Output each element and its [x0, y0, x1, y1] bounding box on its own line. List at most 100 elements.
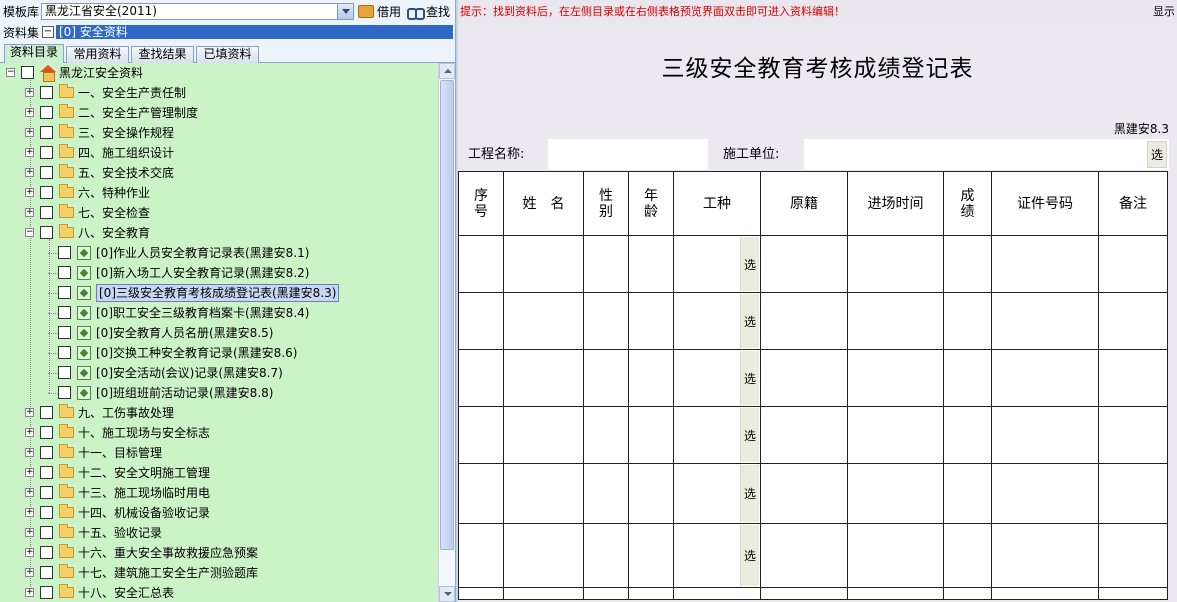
table-cell[interactable] — [1098, 406, 1168, 464]
expand-toggle-icon[interactable]: + — [25, 168, 34, 177]
table-cell[interactable]: 选 — [673, 523, 761, 588]
table-cell[interactable] — [458, 587, 504, 600]
table-cell[interactable] — [1098, 587, 1168, 600]
table-cell[interactable] — [503, 587, 584, 600]
table-cell[interactable] — [583, 463, 629, 524]
checkbox[interactable] — [58, 246, 71, 259]
tree-folder[interactable]: + 三、安全操作规程 — [0, 123, 438, 143]
expand-toggle-icon[interactable]: + — [25, 128, 34, 137]
tree-folder[interactable]: + 十三、施工现场临时用电 — [0, 483, 438, 503]
table-cell[interactable] — [943, 523, 992, 588]
expand-toggle-icon[interactable]: + — [25, 148, 34, 157]
tree-root[interactable]: − 黑龙江安全资料 — [0, 63, 438, 83]
checkbox[interactable] — [58, 266, 71, 279]
checkbox[interactable] — [40, 466, 53, 479]
template-select[interactable]: 黑龙江省安全(2011) — [41, 3, 354, 20]
table-cell[interactable] — [847, 406, 944, 464]
tree-document[interactable]: [0]安全活动(会议)记录(黑建安8.7) — [0, 363, 438, 383]
scroll-thumb[interactable] — [440, 80, 454, 550]
table-cell[interactable] — [847, 349, 944, 407]
table-cell[interactable] — [503, 235, 584, 293]
checkbox[interactable] — [58, 346, 71, 359]
table-cell[interactable] — [760, 523, 848, 588]
table-cell[interactable]: 选 — [673, 235, 761, 293]
tree-document[interactable]: [0]职工安全三级教育档案卡(黑建安8.4) — [0, 303, 438, 323]
trade-pick-button[interactable]: 选 — [740, 294, 759, 348]
expand-toggle-icon[interactable]: + — [25, 588, 34, 597]
tree-document[interactable]: [0]三级安全教育考核成绩登记表(黑建安8.3) — [0, 283, 438, 303]
trade-pick-button[interactable]: 选 — [740, 237, 759, 291]
expand-toggle-icon[interactable]: + — [25, 408, 34, 417]
scroll-up-icon[interactable] — [439, 63, 455, 79]
tree-document[interactable]: [0]交换工种安全教育记录(黑建安8.6) — [0, 343, 438, 363]
table-cell[interactable] — [943, 406, 992, 464]
collapse-toggle-icon[interactable]: − — [25, 228, 34, 237]
borrow-button[interactable]: 借用 — [358, 3, 401, 20]
collapse-toggle-icon[interactable]: − — [6, 68, 15, 77]
table-cell[interactable] — [847, 587, 944, 600]
expand-toggle-icon[interactable]: + — [25, 568, 34, 577]
table-cell[interactable] — [991, 523, 1099, 588]
table-cell[interactable] — [628, 349, 674, 407]
table-cell[interactable] — [628, 235, 674, 293]
checkbox[interactable] — [58, 366, 71, 379]
checkbox[interactable] — [40, 106, 53, 119]
table-cell[interactable] — [991, 349, 1099, 407]
table-cell[interactable] — [760, 587, 848, 600]
checkbox[interactable] — [40, 566, 53, 579]
table-cell[interactable] — [503, 463, 584, 524]
table-cell[interactable] — [991, 235, 1099, 293]
expand-toggle-icon[interactable]: + — [25, 528, 34, 537]
expand-toggle-icon[interactable]: + — [25, 428, 34, 437]
dataset-collapse-toggle[interactable]: − — [42, 26, 54, 38]
table-cell[interactable] — [991, 463, 1099, 524]
table-cell[interactable] — [503, 406, 584, 464]
table-cell[interactable] — [503, 292, 584, 350]
table-cell[interactable] — [760, 235, 848, 293]
table-cell[interactable] — [458, 235, 504, 293]
expand-toggle-icon[interactable]: + — [25, 488, 34, 497]
tree-folder[interactable]: + 七、安全检查 — [0, 203, 438, 223]
checkbox[interactable] — [58, 386, 71, 399]
tab-search-results[interactable]: 查找结果 — [131, 46, 194, 63]
tree-folder[interactable]: + 六、特种作业 — [0, 183, 438, 203]
unit-pick-button[interactable]: 选 — [1147, 141, 1167, 168]
tree-document[interactable]: [0]安全教育人员名册(黑建安8.5) — [0, 323, 438, 343]
tree-folder[interactable]: + 十六、重大安全事故救援应急预案 — [0, 543, 438, 563]
tree-folder[interactable]: + 十二、安全文明施工管理 — [0, 463, 438, 483]
scroll-down-icon[interactable] — [439, 586, 455, 602]
table-cell[interactable] — [583, 587, 629, 600]
table-cell[interactable] — [847, 523, 944, 588]
table-cell[interactable]: 选 — [673, 463, 761, 524]
checkbox[interactable] — [40, 526, 53, 539]
table-cell[interactable] — [847, 235, 944, 293]
checkbox[interactable] — [40, 206, 53, 219]
tree-document[interactable]: [0]新入场工人安全教育记录(黑建安8.2) — [0, 263, 438, 283]
trade-pick-button[interactable]: 选 — [740, 465, 759, 522]
table-cell[interactable]: 选 — [673, 406, 761, 464]
tree-folder[interactable]: + 二、安全生产管理制度 — [0, 103, 438, 123]
expand-toggle-icon[interactable]: + — [25, 508, 34, 517]
table-cell[interactable] — [628, 587, 674, 600]
checkbox[interactable] — [40, 126, 53, 139]
table-cell[interactable] — [1098, 235, 1168, 293]
checkbox[interactable] — [58, 286, 71, 299]
table-cell[interactable] — [760, 463, 848, 524]
expand-toggle-icon[interactable]: + — [25, 548, 34, 557]
checkbox[interactable] — [40, 146, 53, 159]
checkbox[interactable] — [58, 306, 71, 319]
tab-filled[interactable]: 已填资料 — [196, 46, 259, 63]
table-cell[interactable] — [991, 292, 1099, 350]
checkbox[interactable] — [40, 446, 53, 459]
table-cell[interactable] — [628, 292, 674, 350]
checkbox[interactable] — [40, 406, 53, 419]
table-cell[interactable] — [583, 292, 629, 350]
table-cell[interactable] — [503, 523, 584, 588]
show-button[interactable]: 显示 — [1153, 5, 1175, 19]
table-cell[interactable] — [628, 523, 674, 588]
table-cell[interactable]: 选 — [673, 349, 761, 407]
dataset-select[interactable]: [0] 安全资料 — [56, 25, 453, 39]
form-preview[interactable]: 三级安全教育考核成绩登记表 黑建安8.3 工程名称: 施工单位: 选 序号 姓 名… — [458, 24, 1177, 602]
table-cell[interactable]: 选 — [673, 292, 761, 350]
expand-toggle-icon[interactable]: + — [25, 468, 34, 477]
